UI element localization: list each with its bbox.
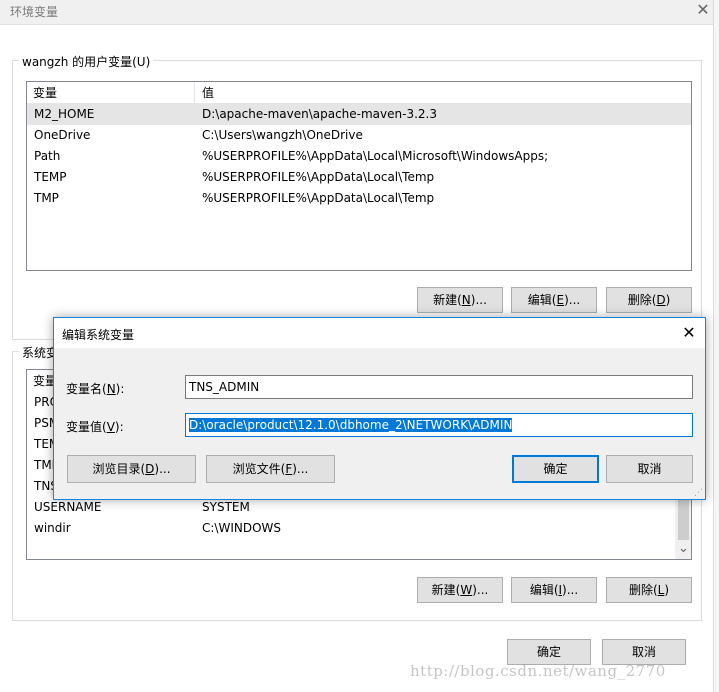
scrollbar-thumb[interactable] xyxy=(678,500,689,540)
user-vars-list-header: 变量 值 xyxy=(27,82,691,104)
row-variable-name: USERNAME xyxy=(34,500,102,514)
table-row[interactable]: OneDrive C:\Users\wangzh\OneDrive xyxy=(27,125,691,146)
edit-system-variable-dialog: 编辑系统变量 ✕ 变量名(N): TNS_ADMIN 变量值(V): D:\or… xyxy=(53,317,706,500)
variable-value-input[interactable]: D:\oracle\product\12.1.0\dbhome_2\NETWOR… xyxy=(185,413,693,437)
user-delete-button[interactable]: 删除(D) xyxy=(606,287,692,313)
user-vars-group-label: wangzh 的用户变量(U) xyxy=(19,53,154,70)
selected-text: D:\oracle\product\12.1.0\dbhome_2\NETWOR… xyxy=(189,418,513,432)
table-row[interactable]: TMP %USERPROFILE%\AppData\Local\Temp xyxy=(27,188,691,209)
row-variable-name: TEMP xyxy=(34,170,67,184)
variable-name-input[interactable]: TNS_ADMIN xyxy=(185,375,693,399)
table-row[interactable]: TEMP %USERPROFILE%\AppData\Local\Temp xyxy=(27,167,691,188)
row-variable-value: %USERPROFILE%\AppData\Local\Temp xyxy=(202,191,435,205)
row-variable-name: OneDrive xyxy=(34,128,91,142)
row-variable-value: C:\WINDOWS xyxy=(202,521,282,535)
column-header-variable[interactable]: 变量 xyxy=(27,82,195,104)
system-edit-button[interactable]: 编辑(I)... xyxy=(511,577,597,603)
table-row[interactable]: USERNAME SYSTEM xyxy=(27,497,691,518)
variable-name-label: 变量名(N): xyxy=(66,382,125,396)
dialog-cancel-button[interactable]: 取消 xyxy=(606,455,693,483)
row-variable-name: windir xyxy=(34,521,71,535)
watermark: http://blog.csdn.net/wang_2770 xyxy=(410,662,666,680)
user-vars-list[interactable]: 变量 值 M2_HOME D:\apache-maven\apache-mave… xyxy=(26,81,692,271)
table-row[interactable]: windir C:\WINDOWS xyxy=(27,518,691,539)
browse-file-button[interactable]: 浏览文件(F)... xyxy=(206,455,335,483)
user-edit-button[interactable]: 编辑(E)... xyxy=(511,287,597,313)
dialog-ok-button[interactable]: 确定 xyxy=(512,455,599,483)
dialog-titlebar[interactable]: 编辑系统变量 ✕ xyxy=(54,318,705,348)
table-row[interactable]: Path %USERPROFILE%\AppData\Local\Microso… xyxy=(27,146,691,167)
user-new-button[interactable]: 新建(N)... xyxy=(417,287,503,313)
row-variable-value: %USERPROFILE%\AppData\Local\Temp xyxy=(202,170,435,184)
window-title: 环境变量 xyxy=(10,5,59,19)
row-variable-name: TMP xyxy=(34,191,59,205)
table-row[interactable]: M2_HOME D:\apache-maven\apache-maven-3.2… xyxy=(27,104,691,125)
resize-grip-icon[interactable]: ⋰ xyxy=(694,488,704,498)
system-new-button[interactable]: 新建(W)... xyxy=(417,577,503,603)
window-edge xyxy=(713,0,719,692)
row-variable-value: D:\apache-maven\apache-maven-3.2.3 xyxy=(202,107,437,121)
row-variable-name: M2_HOME xyxy=(34,107,95,121)
window-close-icon[interactable]: ✕ xyxy=(694,1,712,19)
scroll-down-icon[interactable]: ⌄ xyxy=(675,542,691,559)
row-variable-value: %USERPROFILE%\AppData\Local\Microsoft\Wi… xyxy=(202,149,549,163)
dialog-close-icon[interactable]: ✕ xyxy=(679,323,699,343)
browse-directory-button[interactable]: 浏览目录(D)... xyxy=(67,455,196,483)
column-header-value[interactable]: 值 xyxy=(196,82,214,104)
dialog-title: 编辑系统变量 xyxy=(62,328,135,342)
row-variable-value: SYSTEM xyxy=(202,500,250,514)
row-variable-name: Path xyxy=(34,149,61,163)
variable-value-label: 变量值(V): xyxy=(66,420,124,434)
row-variable-value: C:\Users\wangzh\OneDrive xyxy=(202,128,363,142)
system-delete-button[interactable]: 删除(L) xyxy=(606,577,692,603)
